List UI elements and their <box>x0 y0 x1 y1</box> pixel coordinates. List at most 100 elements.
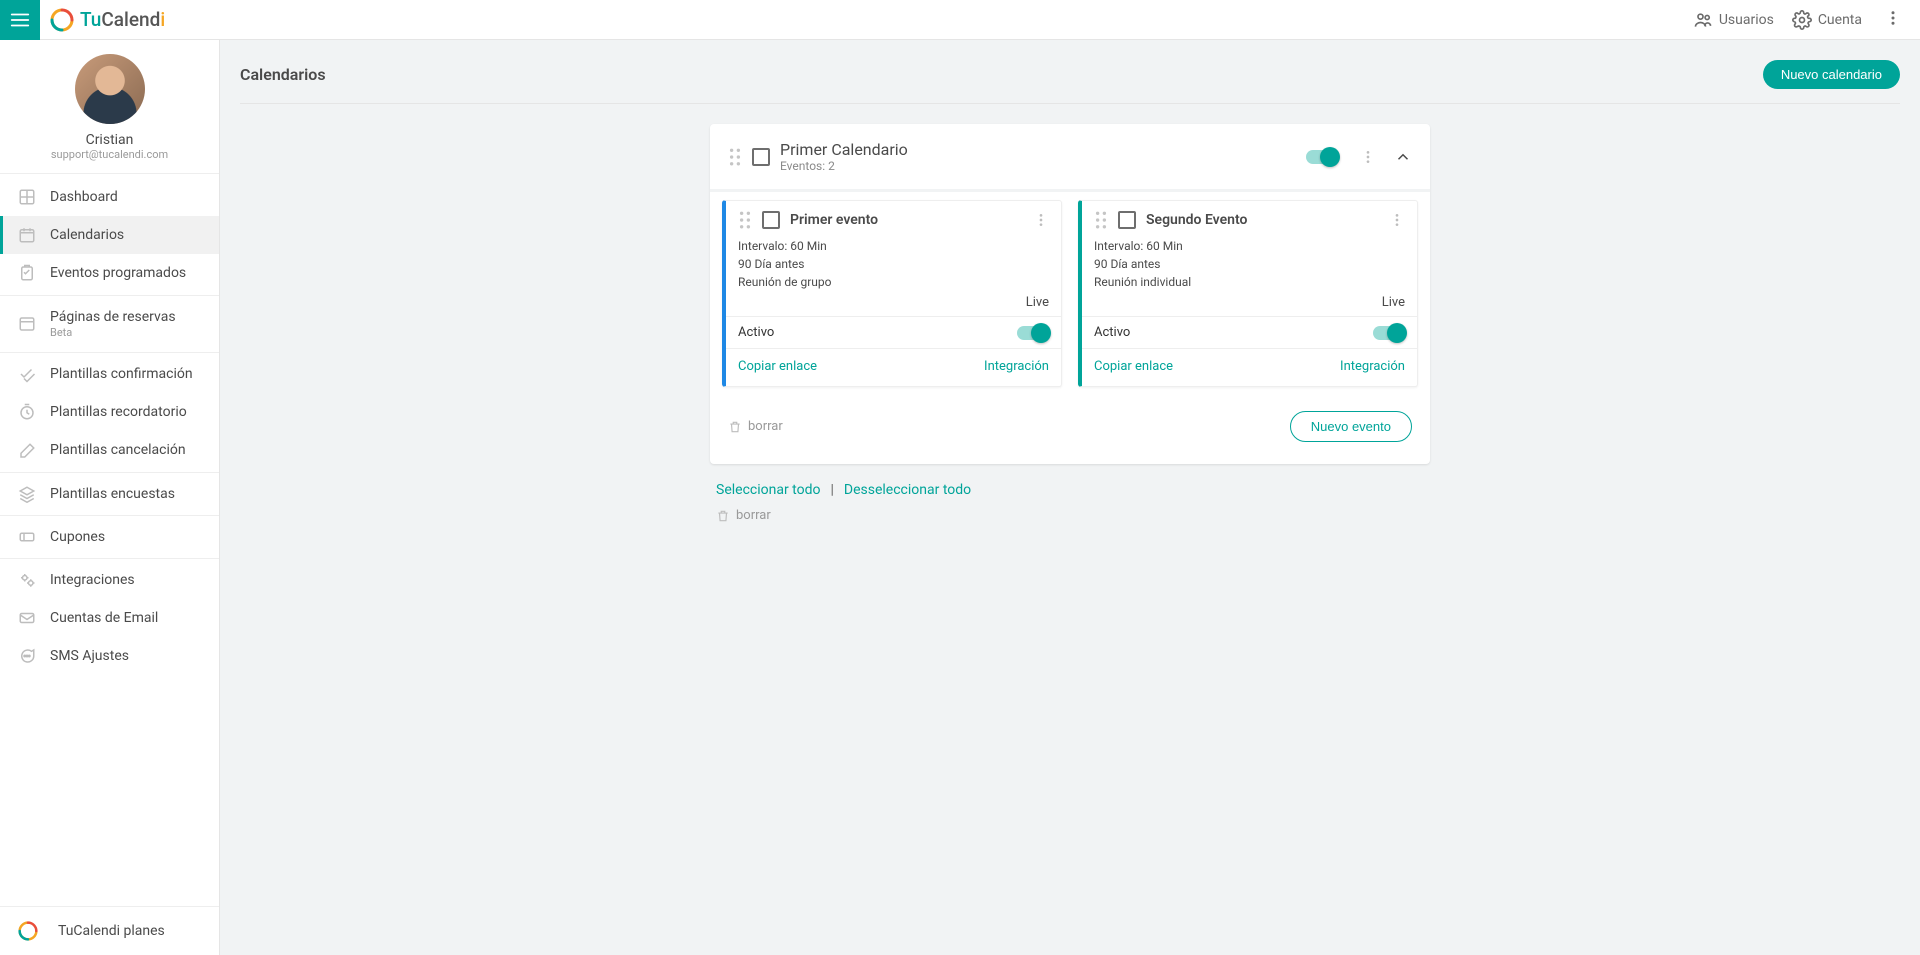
trash-icon <box>716 509 730 523</box>
kebab-icon <box>1360 149 1376 165</box>
kebab-icon <box>1884 9 1902 27</box>
user-email: support@tucalendi.com <box>10 148 209 161</box>
users-link[interactable]: Usuarios <box>1693 10 1774 30</box>
sidebar-item-dashboard[interactable]: Dashboard <box>0 178 219 216</box>
calendar-toggle[interactable] <box>1306 150 1338 164</box>
dashboard-icon <box>18 188 36 206</box>
event-live-badge: Live <box>1082 295 1417 316</box>
app-logo[interactable]: TuCalendi <box>50 8 165 32</box>
deselect-all-link[interactable]: Desseleccionar todo <box>844 482 971 498</box>
clock-icon <box>18 403 36 421</box>
menu-toggle[interactable] <box>0 0 40 40</box>
calendar-head: Primer Calendario Eventos: 2 <box>710 124 1430 189</box>
pages-icon <box>18 315 36 333</box>
email-icon <box>18 609 36 627</box>
new-event-button[interactable]: Nuevo evento <box>1290 411 1412 442</box>
event-toggle[interactable] <box>1373 326 1405 340</box>
drag-handle[interactable] <box>1094 211 1108 229</box>
nav-label: SMS Ajustes <box>50 647 129 665</box>
sidebar-item-plant-rec[interactable]: Plantillas recordatorio <box>0 393 219 431</box>
event-more[interactable] <box>1389 212 1405 228</box>
nav-label: Plantillas encuestas <box>50 485 175 503</box>
copy-link[interactable]: Copiar enlace <box>1094 359 1173 374</box>
event-active-label: Activo <box>1094 325 1130 340</box>
event-active-label: Activo <box>738 325 774 340</box>
kebab-icon <box>1033 212 1049 228</box>
sidebar-item-cupones[interactable]: Cupones <box>0 518 219 556</box>
topbar-more[interactable] <box>1880 5 1906 35</box>
select-all-link[interactable]: Seleccionar todo <box>716 482 820 498</box>
sidebar: Cristian support@tucalendi.com Dashboard… <box>0 40 220 955</box>
calendar-icon <box>18 226 36 244</box>
bulk-delete[interactable]: borrar <box>716 508 1430 523</box>
event-card: Segundo Evento Intervalo: 60 Min 90 Día … <box>1078 200 1418 387</box>
sidebar-item-eventos[interactable]: Eventos programados <box>0 254 219 292</box>
plans-label: TuCalendi planes <box>58 923 165 939</box>
trash-icon <box>728 420 742 434</box>
user-name: Cristian <box>10 132 209 148</box>
page-title: Calendarios <box>240 65 326 84</box>
event-card: Primer evento Intervalo: 60 Min 90 Día a… <box>722 200 1062 387</box>
event-info: Intervalo: 60 Min 90 Día antes Reunión d… <box>726 237 1061 295</box>
nav: Dashboard Calendarios Eventos programado… <box>0 174 219 680</box>
logo-icon <box>18 921 38 941</box>
nav-label: Cuentas de Email <box>50 609 158 627</box>
chat-icon <box>18 647 36 665</box>
sidebar-item-calendarios[interactable]: Calendarios <box>0 216 219 254</box>
nav-label: Plantillas confirmación <box>50 365 193 383</box>
nav-label: Integraciones <box>50 571 135 589</box>
integration-link[interactable]: Integración <box>1340 359 1405 374</box>
calendar-title: Primer Calendario <box>780 140 1296 159</box>
users-label: Usuarios <box>1719 12 1774 28</box>
main: Calendarios Nuevo calendario Primer Cale… <box>220 40 1920 955</box>
calendar-subtitle: Eventos: 2 <box>780 159 1296 173</box>
event-checkbox[interactable] <box>1118 211 1136 229</box>
sidebar-item-paginas[interactable]: Páginas de reservas Beta <box>0 298 219 350</box>
calendar-checkbox[interactable] <box>752 148 770 166</box>
sidebar-item-cuentas-email[interactable]: Cuentas de Email <box>0 599 219 637</box>
clipboard-icon <box>18 264 36 282</box>
nav-label: Plantillas recordatorio <box>50 403 187 421</box>
sidebar-item-sms[interactable]: SMS Ajustes <box>0 637 219 675</box>
ticket-icon <box>18 528 36 546</box>
sidebar-item-plant-canc[interactable]: Plantillas cancelación <box>0 431 219 469</box>
topbar: TuCalendi Usuarios Cuenta <box>0 0 1920 40</box>
drag-handle[interactable] <box>738 211 752 229</box>
calendar-footer: borrar Nuevo evento <box>722 411 1418 446</box>
avatar[interactable] <box>75 54 145 124</box>
sidebar-item-integraciones[interactable]: Integraciones <box>0 561 219 599</box>
logo-text: TuCalendi <box>80 8 165 31</box>
calendar-delete[interactable]: borrar <box>728 419 783 434</box>
nav-label: Cupones <box>50 528 105 546</box>
integration-link[interactable]: Integración <box>984 359 1049 374</box>
event-title: Primer evento <box>790 212 1023 228</box>
nav-label: Eventos programados <box>50 264 186 282</box>
event-toggle[interactable] <box>1017 326 1049 340</box>
check-double-icon <box>18 365 36 383</box>
eraser-icon <box>18 442 36 460</box>
topbar-actions: Usuarios Cuenta <box>1693 5 1920 35</box>
drag-handle[interactable] <box>728 148 742 166</box>
chevron-up-icon <box>1394 148 1412 166</box>
gear-icon <box>1792 10 1812 30</box>
copy-link[interactable]: Copiar enlace <box>738 359 817 374</box>
event-more[interactable] <box>1033 212 1049 228</box>
event-checkbox[interactable] <box>762 211 780 229</box>
selection-row: Seleccionar todo | Desseleccionar todo <box>716 482 1424 498</box>
logo-icon <box>50 8 74 32</box>
kebab-icon <box>1389 212 1405 228</box>
new-calendar-button[interactable]: Nuevo calendario <box>1763 60 1900 89</box>
sidebar-item-plant-enc[interactable]: Plantillas encuestas <box>0 475 219 513</box>
sidebar-footer-plans[interactable]: TuCalendi planes <box>0 906 219 955</box>
calendar-collapse[interactable] <box>1394 148 1412 166</box>
event-info: Intervalo: 60 Min 90 Día antes Reunión i… <box>1082 237 1417 295</box>
calendar-body: Primer evento Intervalo: 60 Min 90 Día a… <box>710 189 1430 464</box>
account-label: Cuenta <box>1818 12 1862 28</box>
account-link[interactable]: Cuenta <box>1792 10 1862 30</box>
sidebar-item-plant-conf[interactable]: Plantillas confirmación <box>0 355 219 393</box>
calendar-more[interactable] <box>1360 149 1376 165</box>
nav-label: Plantillas cancelación <box>50 441 186 459</box>
calendar-card: Primer Calendario Eventos: 2 <box>710 124 1430 464</box>
nav-label: Páginas de reservas Beta <box>50 308 176 340</box>
nav-label: Calendarios <box>50 226 124 244</box>
